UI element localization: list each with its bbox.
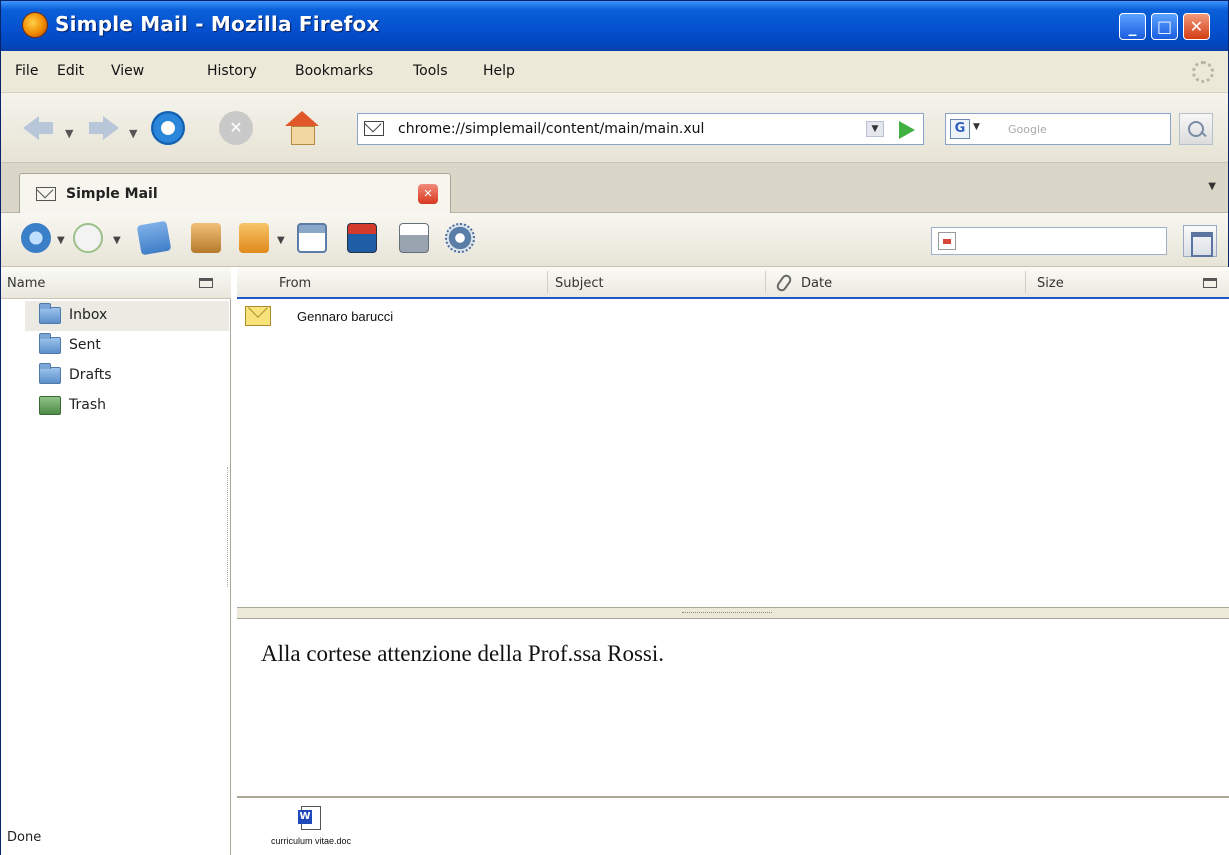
close-window-button[interactable]: ✕ [1183,13,1210,40]
message-row[interactable]: Gennaro barucci [237,301,1229,331]
print-icon[interactable] [399,223,429,253]
column-separator[interactable] [765,271,766,293]
minimize-button[interactable]: _ [1119,13,1146,40]
forward-dropdown-icon[interactable]: ▼ [277,235,285,246]
url-history-dropdown-icon[interactable]: ▼ [866,121,884,137]
search-engine-dropdown-icon[interactable]: ▼ [973,122,980,132]
tab-mail-icon [36,187,56,201]
status-text: Done [7,830,42,845]
reply-icon[interactable] [136,220,172,256]
window-title: Simple Mail - Mozilla Firefox [55,12,380,36]
tab-list-dropdown-icon[interactable]: ▼ [1208,181,1216,192]
forward-history-dropdown-icon[interactable]: ▼ [129,127,137,140]
tab-close-button[interactable]: ✕ [418,184,438,204]
mail-toolbar: ▼ ▼ ▼ [1,213,1228,267]
column-separator[interactable] [547,271,548,293]
menu-file[interactable]: File [15,63,38,79]
menu-help[interactable]: Help [483,63,515,79]
folder-item-inbox[interactable]: Inbox [25,301,229,331]
home-button[interactable] [285,111,319,145]
get-mail-dropdown-icon[interactable]: ▼ [57,235,65,246]
attachment-item[interactable]: curriculum vitae.doc [271,804,371,854]
search-engine-icon[interactable]: G [950,119,970,139]
reply-all-icon[interactable] [191,223,221,253]
message-from: Gennaro barucci [297,309,394,324]
reload-button[interactable] [151,111,185,145]
search-placeholder: Google [1008,123,1047,136]
back-history-dropdown-icon[interactable]: ▼ [65,127,73,140]
mail-content: Name Inbox Sent Drafts Trash Done From S… [1,267,1229,855]
mail-search-icon [938,232,956,250]
folder-name-header[interactable]: Name [7,276,45,291]
firefox-icon [23,13,47,37]
url-bar[interactable]: chrome://simplemail/content/main/main.xu… [357,113,924,145]
save-icon[interactable] [347,223,377,253]
settings-gear-icon[interactable] [445,223,475,253]
folder-label: Inbox [69,307,108,323]
folder-icon [39,303,61,324]
maximize-button[interactable]: □ [1151,13,1178,40]
go-button[interactable] [899,121,915,139]
folder-pane: Name Inbox Sent Drafts Trash Done [1,267,231,855]
mail-search-input[interactable] [931,227,1167,255]
menu-history[interactable]: History [207,63,257,79]
message-list-header: From Subject Date Size [237,267,1229,299]
attachment-column-icon[interactable] [774,272,794,294]
forward-button[interactable] [87,111,121,145]
folder-column-picker-icon[interactable] [199,278,213,288]
column-size[interactable]: Size [1037,276,1064,291]
message-preview: Alla cortese attenzione della Prof.ssa R… [237,619,1229,796]
column-date[interactable]: Date [801,276,832,291]
folder-label: Trash [69,397,106,413]
menu-bookmarks[interactable]: Bookmarks [295,63,373,79]
address-book-icon[interactable] [297,223,327,253]
compose-dropdown-icon[interactable]: ▼ [113,235,121,246]
search-button[interactable] [1179,113,1213,145]
tab-label: Simple Mail [66,186,158,202]
stop-button[interactable]: ✕ [219,111,253,145]
attachment-name: curriculum vitae.doc [271,836,352,846]
browser-window: Simple Mail - Mozilla Firefox _ □ ✕ File… [0,0,1229,855]
splitter-grip-icon [682,612,772,615]
message-body: Alla cortese attenzione della Prof.ssa R… [261,641,665,666]
folder-label: Drafts [69,367,112,383]
get-mail-icon[interactable] [21,223,51,253]
folder-item-sent[interactable]: Sent [25,331,229,361]
navigation-toolbar: ▼ ▼ ✕ chrome://simplemail/content/main/m… [1,93,1228,163]
column-separator[interactable] [1025,271,1026,293]
back-button[interactable] [21,111,55,145]
envelope-icon [245,306,271,326]
folder-icon [39,363,61,384]
menu-bar: File Edit View History Bookmarks Tools H… [1,51,1228,93]
message-list: From Subject Date Size Gennaro barucci [237,267,1229,607]
menu-view[interactable]: View [111,63,144,79]
title-bar[interactable]: Simple Mail - Mozilla Firefox _ □ ✕ [1,1,1228,51]
word-doc-icon [298,806,321,830]
folder-icon [39,333,61,354]
column-subject[interactable]: Subject [555,276,604,291]
trash-icon [39,396,61,415]
column-from[interactable]: From [279,276,311,291]
activity-throbber-icon [1192,61,1214,83]
folder-label: Sent [69,337,101,353]
attachment-bar: curriculum vitae.doc [237,796,1229,855]
message-preview-splitter[interactable] [237,607,1229,619]
search-bar[interactable]: G ▼ Google [945,113,1171,145]
folder-item-drafts[interactable]: Drafts [25,361,229,391]
folder-item-trash[interactable]: Trash [25,391,229,421]
tab-strip: Simple Mail ✕ ▼ [1,163,1228,213]
menu-tools[interactable]: Tools [413,63,448,79]
forward-mail-icon[interactable] [239,223,269,253]
tab-simple-mail[interactable]: Simple Mail ✕ [19,173,451,213]
pane-splitter-grip[interactable] [227,467,231,587]
toggle-pane-button[interactable] [1183,225,1217,257]
folder-column-header[interactable]: Name [1,267,231,299]
url-text[interactable]: chrome://simplemail/content/main/main.xu… [398,121,704,137]
compose-icon[interactable] [73,223,103,253]
page-mail-icon [364,121,384,136]
message-column-picker-icon[interactable] [1203,278,1217,288]
menu-edit[interactable]: Edit [57,63,84,79]
